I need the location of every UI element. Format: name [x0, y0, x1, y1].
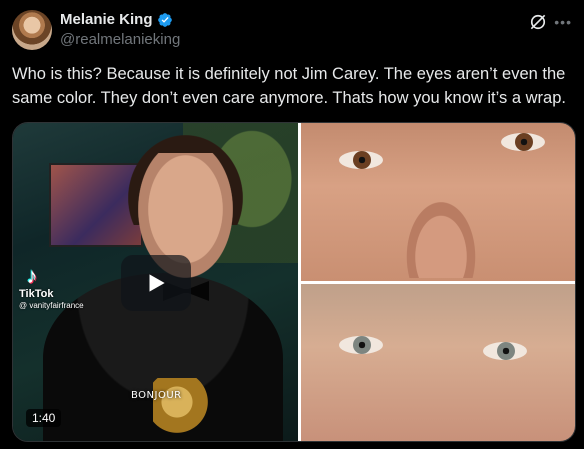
more-icon[interactable]: ••• — [554, 14, 572, 30]
eye-left — [339, 151, 383, 169]
author-display-name[interactable]: Melanie King — [60, 11, 153, 28]
video-duration: 1:40 — [26, 409, 62, 427]
tiktok-handle: @ vanityfairfrance — [19, 301, 84, 310]
author-name-row: Melanie King — [60, 11, 173, 28]
eye-right — [501, 133, 545, 151]
post-media: ♪ TikTok @ vanityfairfrance BONJOUR 1:40 — [12, 122, 576, 442]
image-eyes-brown[interactable] — [301, 123, 575, 281]
tiktok-label: TikTok — [19, 288, 54, 300]
eye-right — [483, 342, 527, 360]
play-icon — [149, 274, 165, 292]
video-player[interactable]: ♪ TikTok @ vanityfairfrance BONJOUR 1:40 — [13, 123, 298, 441]
image-eyes-grey[interactable] — [301, 284, 575, 441]
iris — [515, 133, 533, 151]
tiktok-icon: ♪ — [26, 263, 38, 288]
author-handle[interactable]: @realmelanieking — [60, 31, 180, 48]
eye-left — [339, 336, 383, 354]
iris — [353, 336, 371, 354]
post-header: Melanie King @realmelanieking ••• — [12, 10, 572, 50]
verified-badge-icon — [157, 12, 173, 28]
author-avatar[interactable] — [12, 10, 52, 50]
post-text: Who is this? Because it is definitely no… — [12, 65, 566, 107]
play-button[interactable] — [121, 255, 191, 311]
iris — [497, 342, 515, 360]
grok-icon[interactable] — [528, 12, 548, 32]
iris — [353, 151, 371, 169]
video-caption: BONJOUR — [131, 390, 182, 401]
nose — [401, 193, 481, 278]
trophy — [153, 378, 213, 438]
